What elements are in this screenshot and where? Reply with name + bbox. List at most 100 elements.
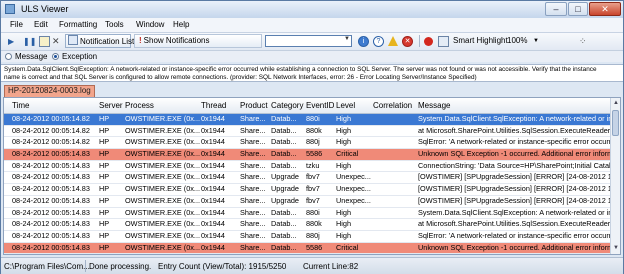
cell-time: 08-24-2012 00:05:14.82 xyxy=(12,125,90,135)
menu-tools[interactable]: Tools xyxy=(105,20,124,29)
open-file-icon[interactable] xyxy=(39,36,50,47)
cell-product: Share... xyxy=(240,149,266,159)
cell-server: HP xyxy=(99,195,110,205)
cell-process: OWSTIMER.EXE (0x... xyxy=(125,125,200,135)
column-header-thread[interactable]: Thread xyxy=(201,101,226,110)
table-row[interactable]: 08-24-2012 00:05:14.83HPOWSTIMER.EXE (0x… xyxy=(4,208,610,220)
smart-highlight-label[interactable]: Smart Highlight xyxy=(453,36,508,45)
cell-time: 08-24-2012 00:05:14.82 xyxy=(12,114,90,123)
pause-icon[interactable]: ❚❚ xyxy=(23,36,36,47)
menu-file[interactable]: File xyxy=(10,20,23,29)
record-icon[interactable] xyxy=(424,37,433,46)
cell-eventid: 880i xyxy=(306,114,320,123)
close-button[interactable]: ✕ xyxy=(589,2,621,16)
cell-message: at Microsoft.SharePoint.Utilities.SqlSes… xyxy=(418,125,610,135)
zoom-dropdown-chevron-down-icon[interactable]: ▼ xyxy=(533,38,539,44)
exception-detail-pane[interactable]: System.Data.SqlClient.SqlException: A ne… xyxy=(1,64,623,82)
show-notifications-button[interactable]: ! Show Notifications xyxy=(134,34,262,48)
table-row[interactable]: 08-24-2012 00:05:14.83HPOWSTIMER.EXE (0x… xyxy=(4,196,610,208)
list-icon xyxy=(68,35,78,45)
status-bar: C:\Program Files\Com... Done processing.… xyxy=(1,257,623,274)
radio-message-label[interactable]: Message xyxy=(15,52,47,61)
notification-filter-dropdown[interactable]: ▼ xyxy=(265,35,352,47)
table-row[interactable]: 08-24-2012 00:05:14.83HPOWSTIMER.EXE (0x… xyxy=(4,219,610,231)
cell-message: ConnectionString: 'Data Source=HP\ShareP… xyxy=(418,254,610,255)
highlight-icon[interactable] xyxy=(438,36,449,47)
cell-process: OWSTIMER.EXE (0x... xyxy=(125,114,200,123)
column-header-correlation[interactable]: Correlation xyxy=(373,101,412,110)
cell-level: High xyxy=(336,254,372,255)
info-icon[interactable]: i xyxy=(358,36,369,47)
cell-thread: 0x1944 xyxy=(201,149,225,159)
cell-category: Datab... xyxy=(271,160,297,170)
table-row[interactable]: 08-24-2012 00:05:14.83HPOWSTIMER.EXE (0x… xyxy=(4,242,610,254)
cell-product: Share... xyxy=(240,125,266,135)
notification-list-button[interactable]: Notification List xyxy=(65,34,135,48)
table-row[interactable]: 08-24-2012 00:05:14.83HPOWSTIMER.EXE (0x… xyxy=(4,172,610,185)
minimize-button[interactable]: – xyxy=(545,2,567,16)
table-row[interactable]: 08-24-2012 00:05:14.83HPOWSTIMER.EXE (0x… xyxy=(4,161,610,173)
radio-exception[interactable] xyxy=(52,53,59,60)
cell-thread: 0x1944 xyxy=(201,254,239,255)
menu-edit[interactable]: Edit xyxy=(34,20,48,29)
column-header-time[interactable]: Time xyxy=(12,101,29,110)
cell-level: Unexpec... xyxy=(336,184,371,194)
column-header-level[interactable]: Level xyxy=(336,101,355,110)
clear-icon[interactable]: ✕ xyxy=(52,36,63,47)
cell-level: High xyxy=(336,219,352,229)
column-header-product[interactable]: Product xyxy=(240,101,268,110)
radio-exception-label[interactable]: Exception xyxy=(62,52,97,61)
help-icon[interactable]: ? xyxy=(373,36,384,47)
warning-icon[interactable] xyxy=(388,36,398,46)
cell-product: Share... xyxy=(240,254,270,255)
scroll-up-icon[interactable]: ▲ xyxy=(612,99,620,107)
cell-thread: 0x1944 xyxy=(201,137,225,147)
table-row[interactable]: 08-24-2012 00:05:14.82 HP OWSTIMER.EXE (0x… xyxy=(4,137,610,150)
table-row[interactable]: 08-24-2012 00:05:14.82 HP OWSTIMER.EXE (0x… xyxy=(4,114,610,126)
settings-icon[interactable]: ⁘ xyxy=(579,36,590,47)
scroll-down-icon[interactable]: ▼ xyxy=(612,244,620,252)
column-header-category[interactable]: Category xyxy=(271,101,303,110)
table-row[interactable]: 08-24-2012 00:05:14.83HPOWSTIMER.EXE (0x… xyxy=(4,231,610,243)
toolbar-separator xyxy=(419,35,420,47)
column-header-message[interactable]: Message xyxy=(418,101,450,110)
column-header-server[interactable]: Server xyxy=(99,101,123,110)
cell-server: HP xyxy=(99,242,110,252)
zoom-level[interactable]: 100% xyxy=(507,36,527,45)
grid-header: Time Server Process Thread Product Categ… xyxy=(4,98,610,114)
cell-level: Unexpec... xyxy=(336,172,371,182)
cell-time: 08-24-2012 00:05:14.83 xyxy=(12,242,90,252)
menu-window[interactable]: Window xyxy=(136,20,164,29)
cell-category: Datab... xyxy=(271,137,297,147)
cell-category: Upgrade xyxy=(271,184,299,194)
maximize-button[interactable]: □ xyxy=(568,2,588,16)
cell-eventid: tzku xyxy=(306,254,335,255)
window-title: ULS Viewer xyxy=(21,4,69,14)
play-icon[interactable]: ▶ xyxy=(8,36,19,47)
cell-message: at Microsoft.SharePoint.Utilities.SqlSes… xyxy=(418,219,610,229)
scrollbar-thumb[interactable] xyxy=(612,110,619,136)
cell-thread: 0x1944 xyxy=(201,160,225,170)
column-header-process[interactable]: Process xyxy=(125,101,154,110)
cell-message: SqlError: 'A network-related or instance… xyxy=(418,230,610,240)
cell-eventid: 880j xyxy=(306,137,320,147)
app-icon xyxy=(5,4,15,14)
table-row[interactable]: 08-24-2012 00:05:14.83HPOWSTIMER.EXE (0x… xyxy=(4,149,610,161)
uls-viewer-window: ULS Viewer – □ ✕ File Edit Formatting To… xyxy=(0,0,624,274)
cell-thread: 0x1944 xyxy=(201,219,225,229)
vertical-scrollbar[interactable]: ▲ ▼ xyxy=(610,98,620,254)
log-grid[interactable]: Time Server Process Thread Product Categ… xyxy=(3,97,621,255)
menu-formatting[interactable]: Formatting xyxy=(59,20,97,29)
cell-level: High xyxy=(336,230,352,240)
chevron-down-icon: ▼ xyxy=(344,36,350,42)
column-header-eventid[interactable]: EventID xyxy=(306,101,334,110)
table-row[interactable]: 08-24-2012 00:05:14.82 HP OWSTIMER.EXE (0x… xyxy=(4,126,610,138)
table-row[interactable]: 08-24-2012 00:05:14.83HPOWSTIMER.EXE (0x… xyxy=(4,184,610,196)
cell-server: HP xyxy=(99,184,110,194)
menu-help[interactable]: Help xyxy=(173,20,189,29)
table-row[interactable]: 08-24-2012 00:05:14.83HPOWSTIMER.EXE (0x… xyxy=(4,254,610,255)
radio-message[interactable] xyxy=(5,53,12,60)
notification-list-label: Notification List xyxy=(80,37,135,46)
cell-server: HP xyxy=(99,114,110,123)
error-icon[interactable]: ✕ xyxy=(402,36,413,47)
